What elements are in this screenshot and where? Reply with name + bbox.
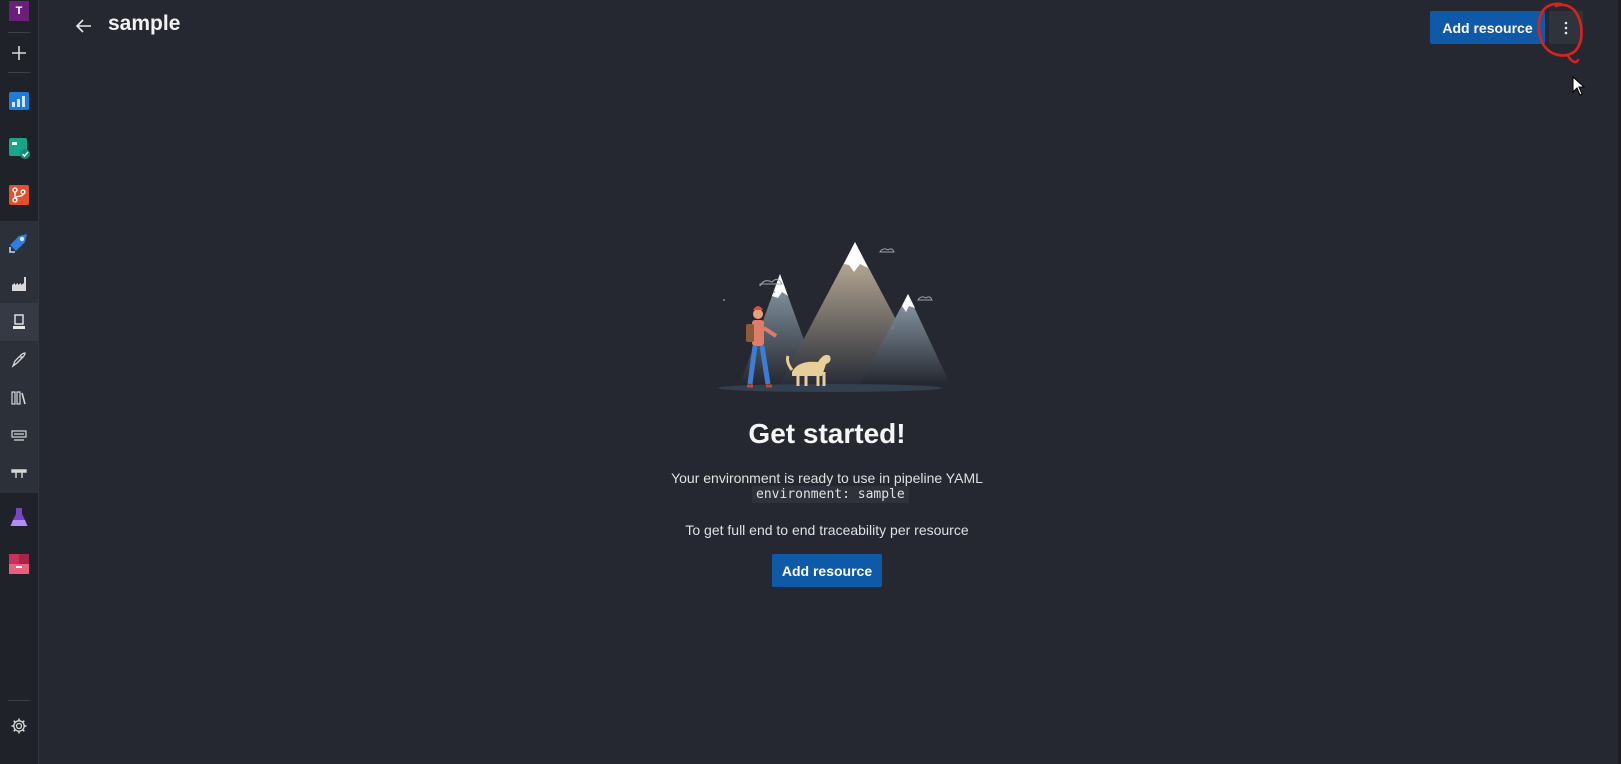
- boards-icon: [9, 138, 30, 159]
- library-icon: [11, 391, 26, 405]
- nav-artifacts[interactable]: [0, 545, 38, 583]
- nav-library[interactable]: [0, 379, 38, 417]
- releases-icon: [11, 352, 26, 368]
- nav-releases[interactable]: [0, 341, 38, 379]
- org-avatar[interactable]: T: [0, 0, 38, 22]
- plus-icon: [12, 46, 26, 60]
- nav-repos[interactable]: [0, 176, 38, 214]
- environments-icon: [13, 314, 25, 329]
- empty-state-message: Your environment is ready to use in pipe…: [671, 470, 983, 486]
- arrow-left-icon: [75, 19, 91, 33]
- artifacts-icon: [9, 554, 29, 574]
- rail-divider: [8, 32, 30, 33]
- mouse-cursor-icon: [1572, 76, 1586, 96]
- nav-pipelines[interactable]: [0, 221, 38, 265]
- overview-icon: [9, 92, 29, 110]
- org-initial: T: [9, 1, 29, 21]
- repos-icon: [9, 185, 29, 205]
- rail-divider: [8, 700, 30, 701]
- empty-state-add-resource-button[interactable]: Add resource: [772, 554, 882, 587]
- annotation-circle: [1537, 2, 1583, 64]
- left-nav-rail: T: [0, 0, 39, 764]
- nav-environments[interactable]: [0, 303, 38, 341]
- settings-button[interactable]: [0, 707, 38, 745]
- pipelines-icon: [9, 234, 27, 253]
- yaml-snippet: environment: sample: [752, 486, 909, 503]
- mountains-illustration: [718, 242, 950, 392]
- empty-state-title: Get started!: [748, 418, 906, 449]
- nav-builds[interactable]: [0, 265, 38, 303]
- builds-icon: [12, 277, 26, 291]
- page-title: sample: [108, 12, 181, 35]
- rail-divider: [8, 72, 30, 73]
- new-item-button[interactable]: [0, 34, 38, 72]
- back-button[interactable]: [72, 14, 96, 38]
- gear-icon: [11, 718, 27, 734]
- traceability-message: To get full end to end traceability per …: [685, 522, 969, 538]
- nav-boards[interactable]: [0, 129, 38, 167]
- nav-overview[interactable]: [0, 82, 38, 120]
